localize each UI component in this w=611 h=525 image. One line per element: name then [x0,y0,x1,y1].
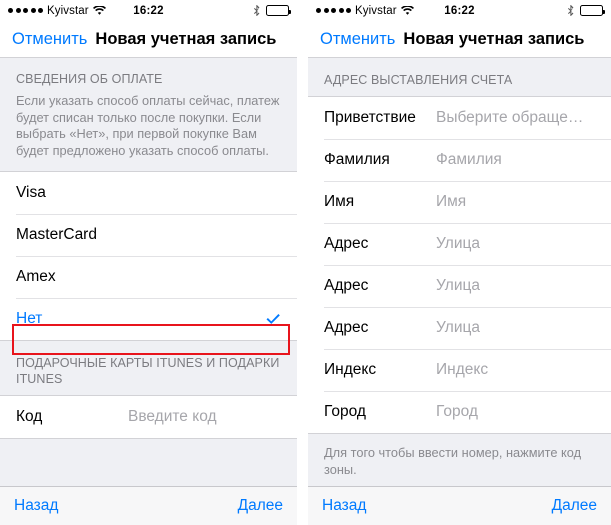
gift-code-group: Код Введите код [0,395,297,439]
zip-input[interactable]: Индекс [436,361,488,379]
address-input-1[interactable]: Улица [436,235,480,253]
next-button[interactable]: Далее [238,497,283,515]
nav-bar: Отменить Новая учетная запись [308,21,611,58]
address-input-2[interactable]: Улица [436,277,480,295]
payment-method-label: Amex [16,268,56,285]
checkmark-icon [265,311,281,327]
back-button[interactable]: Назад [322,497,366,515]
field-label: Адрес [324,319,369,336]
form-row-lastname[interactable]: Фамилия Фамилия [308,139,611,181]
form-row-city[interactable]: Город Город [308,391,611,433]
billing-footer-note: Для того чтобы ввести номер, нажмите код… [324,445,582,477]
wifi-icon [92,4,106,16]
payment-section-note: Если указать способ оплаты сейчас, плате… [16,93,280,158]
status-bar: Kyivstar 16:22 [308,0,611,21]
carrier-label: Kyivstar [355,4,397,17]
status-bar-left: Kyivstar [8,5,106,17]
gift-code-input[interactable]: Введите код [128,408,217,426]
left-content-scroll[interactable]: СВЕДЕНИЯ ОБ ОПЛАТЕ Если указать способ о… [0,58,297,486]
field-label: Индекс [324,361,377,378]
signal-strength-icon [8,8,43,13]
right-toolbar: Назад Далее [308,486,611,525]
list-item[interactable]: MasterCard [0,214,297,256]
gift-section-header: ПОДАРОЧНЫЕ КАРТЫ ITUNES И ПОДАРКИ ITUNES [16,356,280,386]
list-item[interactable]: Amex [0,256,297,298]
list-item[interactable]: Visa [0,172,297,214]
form-row-address-1[interactable]: Адрес Улица [308,223,611,265]
firstname-input[interactable]: Имя [436,193,466,211]
payment-method-label: Нет [16,310,43,327]
status-bar-right [253,4,291,17]
billing-address-form: Приветствие Выберите обраще… Фамилия Фам… [308,96,611,434]
left-phone-screen: Kyivstar 16:22 Отменить Новая учетная за… [0,0,297,525]
right-phone-screen: Kyivstar 16:22 Отменить Новая учетная за… [308,0,611,525]
gift-code-label: Код [16,408,43,425]
form-row-firstname[interactable]: Имя Имя [308,181,611,223]
address-input-3[interactable]: Улица [436,319,480,337]
field-label: Адрес [324,235,369,252]
field-label: Имя [324,193,355,210]
form-row-address-2[interactable]: Адрес Улица [308,265,611,307]
payment-method-label: Visa [16,184,46,201]
battery-icon [266,5,291,16]
status-bar: Kyivstar 16:22 [0,0,297,21]
wifi-icon [400,4,414,16]
payment-methods-list: Visa MasterCard Amex Нет [0,171,297,341]
page-title: Новая учетная запись [403,29,585,48]
gift-code-row[interactable]: Код Введите код [0,396,297,438]
billing-section-header: АДРЕС ВЫСТАВЛЕНИЯ СЧЕТА [324,73,513,87]
salutation-input[interactable]: Выберите обраще… [436,109,583,127]
list-item-selected[interactable]: Нет [0,298,297,340]
form-row-address-3[interactable]: Адрес Улица [308,307,611,349]
battery-icon [580,5,605,16]
page-title: Новая учетная запись [95,29,277,48]
payment-section-header: СВЕДЕНИЯ ОБ ОПЛАТЕ [16,72,163,86]
cancel-button[interactable]: Отменить [320,30,395,49]
city-input[interactable]: Город [436,403,478,421]
left-toolbar: Назад Далее [0,486,297,525]
signal-strength-icon [316,8,351,13]
right-content-scroll[interactable]: АДРЕС ВЫСТАВЛЕНИЯ СЧЕТА Приветствие Выбе… [308,58,611,486]
bluetooth-icon [567,4,575,17]
cancel-button[interactable]: Отменить [12,30,87,49]
field-label: Адрес [324,277,369,294]
field-label: Фамилия [324,151,390,168]
form-row-salutation[interactable]: Приветствие Выберите обраще… [308,97,611,139]
lastname-input[interactable]: Фамилия [436,151,502,169]
back-button[interactable]: Назад [14,497,58,515]
screenshot-root: Kyivstar 16:22 Отменить Новая учетная за… [0,0,611,525]
bluetooth-icon [253,4,261,17]
next-button[interactable]: Далее [552,497,597,515]
field-label: Город [324,403,366,420]
status-bar-right [567,4,605,17]
status-bar-left: Kyivstar [316,5,414,17]
carrier-label: Kyivstar [47,4,89,17]
field-label: Приветствие [324,109,416,126]
nav-bar: Отменить Новая учетная запись [0,21,297,58]
form-row-zip[interactable]: Индекс Индекс [308,349,611,391]
payment-method-label: MasterCard [16,226,97,243]
